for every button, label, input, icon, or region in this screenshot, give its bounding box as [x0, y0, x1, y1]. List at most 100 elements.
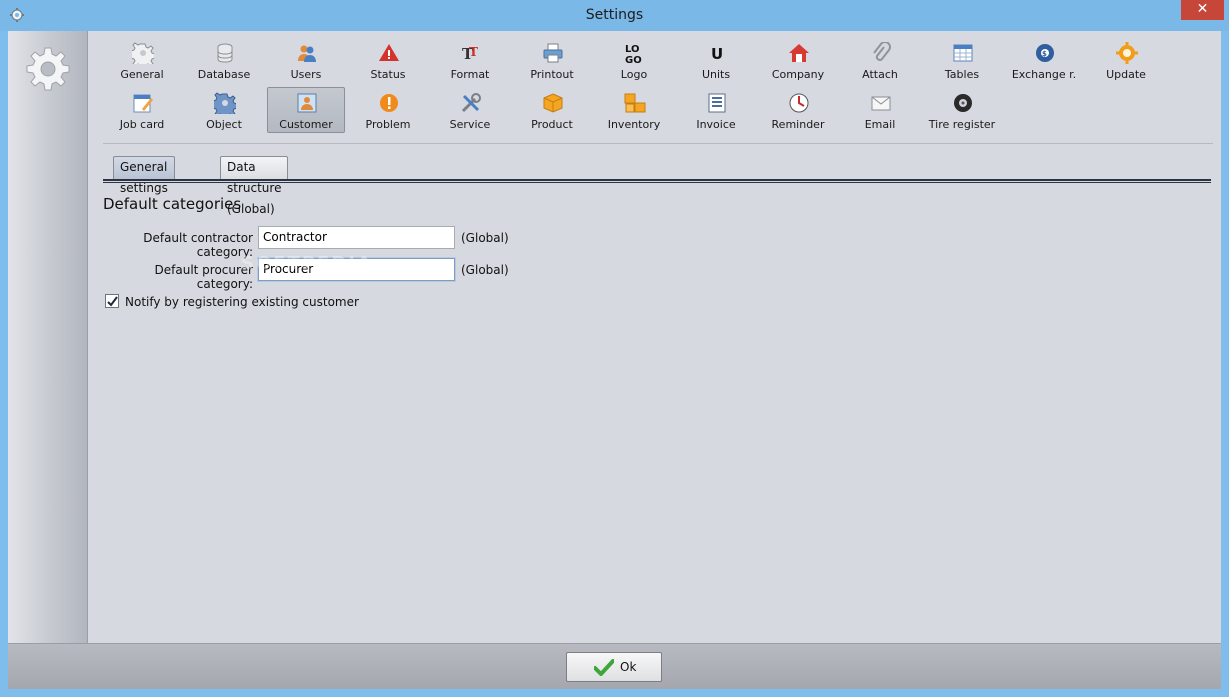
- tools-icon: [461, 93, 481, 113]
- settings-toolbar: General Database Users Status T T Format Printo…: [103, 37, 1213, 143]
- toolbar-item-customer[interactable]: Customer: [267, 87, 345, 133]
- close-button[interactable]: ✕: [1181, 0, 1224, 20]
- printer-icon: [543, 43, 563, 63]
- toolbar-item-tire-register[interactable]: Tire register: [923, 87, 1001, 133]
- toolbar-item-reminder[interactable]: Reminder: [759, 87, 837, 133]
- toolbar-item-email[interactable]: Email: [841, 87, 919, 133]
- toolbar-item-inventory[interactable]: Inventory: [595, 87, 673, 133]
- toolbar-item-label: Invoice: [696, 118, 736, 131]
- toolbar-item-update[interactable]: Update: [1087, 37, 1165, 83]
- toolbar-item-label: Email: [864, 118, 896, 131]
- toolbar-item-job-card[interactable]: Job card: [103, 87, 181, 133]
- ok-button-label: Ok: [620, 660, 637, 674]
- toolbar-item-label: Attach: [862, 68, 898, 81]
- contractor-category-label: Default contractor category:: [143, 231, 253, 259]
- tab-divider-secondary: [103, 182, 1211, 183]
- boxes-icon: [624, 93, 646, 113]
- toolbar-item-label: Tables: [944, 68, 980, 81]
- toolbar-item-units[interactable]: U Units: [677, 37, 755, 83]
- update-icon: [1116, 42, 1138, 64]
- toolbar-item-label: Logo: [620, 68, 648, 81]
- toolbar-item-label: Update: [1106, 68, 1146, 81]
- units-icon: U: [711, 45, 723, 63]
- contractor-category-field[interactable]: Contractor: [258, 226, 455, 249]
- notify-checkbox-label[interactable]: Notify by registering existing customer: [125, 295, 359, 309]
- client-area: General Database Users Status T T Format Printo…: [8, 31, 1221, 689]
- toolbar-item-label: Units: [701, 68, 731, 81]
- table-icon: [953, 44, 973, 62]
- checkmark-icon: [107, 296, 118, 307]
- toolbar-item-invoice[interactable]: Invoice: [677, 87, 755, 133]
- toolbar-item-label: Object: [206, 118, 242, 131]
- paperclip-icon: [873, 42, 891, 61]
- notify-checkbox[interactable]: [105, 294, 119, 308]
- title-bar[interactable]: Settings ✕: [0, 0, 1229, 31]
- green-check-icon: [594, 659, 614, 676]
- tab-data-structure[interactable]: Data structure (Global): [220, 156, 289, 216]
- toolbar-item-label: Product: [531, 118, 573, 131]
- toolbar-item-label: Exchange r.: [1011, 68, 1077, 81]
- toolbar-item-label: Status: [370, 68, 406, 81]
- customer-icon: [297, 93, 317, 113]
- users-icon: [298, 45, 316, 62]
- object-gear-icon: [214, 92, 236, 114]
- toolbar-item-label: Users: [290, 68, 322, 81]
- clock-icon: [789, 93, 809, 113]
- exchange-icon: $: [1036, 44, 1054, 62]
- large-gear-icon: [26, 47, 70, 91]
- toolbar-item-label: Inventory: [607, 118, 661, 131]
- watermark: SOFTPEDIA: [241, 253, 373, 274]
- job-card-icon: [133, 94, 153, 113]
- svg-text:$: $: [1042, 50, 1047, 58]
- toolbar-item-label: Job card: [119, 118, 165, 131]
- envelope-icon: [871, 96, 891, 111]
- tab-general-settings[interactable]: General settings: [113, 156, 175, 195]
- toolbar-item-logo[interactable]: LO GO Logo: [595, 37, 673, 83]
- tab-divider: [103, 179, 1211, 181]
- side-panel: [8, 31, 88, 643]
- format-icon: TT: [462, 45, 478, 63]
- toolbar-item-label: Database: [197, 68, 251, 81]
- toolbar-item-product[interactable]: Product: [513, 87, 591, 133]
- database-icon: [217, 43, 233, 63]
- toolbar-item-label: General: [120, 68, 164, 81]
- toolbar-item-tables[interactable]: Tables: [923, 37, 1001, 83]
- toolbar-item-label: Reminder: [771, 118, 825, 131]
- toolbar-item-label: Service: [449, 118, 491, 131]
- toolbar-item-object[interactable]: Object: [185, 87, 263, 133]
- tire-icon: [954, 94, 972, 112]
- logo-icon: LOGO: [625, 44, 642, 64]
- toolbar-item-problem[interactable]: Problem: [349, 87, 427, 133]
- svg-text:GO: GO: [625, 55, 642, 64]
- window-title: Settings: [585, 7, 644, 23]
- toolbar-item-label: Tire register: [928, 118, 996, 131]
- gear-icon: [132, 42, 154, 64]
- toolbar-item-status[interactable]: Status: [349, 37, 427, 83]
- toolbar-item-attach[interactable]: Attach: [841, 37, 919, 83]
- svg-text:U: U: [711, 45, 723, 63]
- content-area: General Database Users Status T T Format Printo…: [89, 31, 1221, 643]
- toolbar-item-database[interactable]: Database: [185, 37, 263, 83]
- toolbar-divider: [103, 143, 1213, 144]
- toolbar-item-printout[interactable]: Printout: [513, 37, 591, 83]
- house-icon: [789, 44, 809, 62]
- section-title: Default categories: [103, 195, 242, 213]
- toolbar-item-label: Company: [771, 68, 825, 81]
- warning-triangle-icon: [379, 44, 399, 61]
- toolbar-item-users[interactable]: Users: [267, 37, 345, 83]
- footer-bar: Ok: [8, 643, 1221, 689]
- toolbar-item-exchange-r[interactable]: $ Exchange r.: [1005, 37, 1083, 83]
- toolbar-item-general[interactable]: General: [103, 37, 181, 83]
- procurer-category-label: Default procurer category:: [154, 263, 253, 291]
- procurer-global-note: (Global): [461, 263, 509, 277]
- box-icon: [543, 93, 563, 113]
- exclamation-icon: [380, 94, 398, 112]
- ok-button[interactable]: Ok: [566, 652, 662, 682]
- toolbar-item-company[interactable]: Company: [759, 37, 837, 83]
- toolbar-item-format[interactable]: T T Format: [431, 37, 509, 83]
- contractor-global-note: (Global): [461, 231, 509, 245]
- toolbar-item-label: Printout: [530, 68, 574, 81]
- toolbar-item-service[interactable]: Service: [431, 87, 509, 133]
- svg-text:T: T: [469, 45, 478, 59]
- toolbar-item-label: Problem: [365, 118, 411, 131]
